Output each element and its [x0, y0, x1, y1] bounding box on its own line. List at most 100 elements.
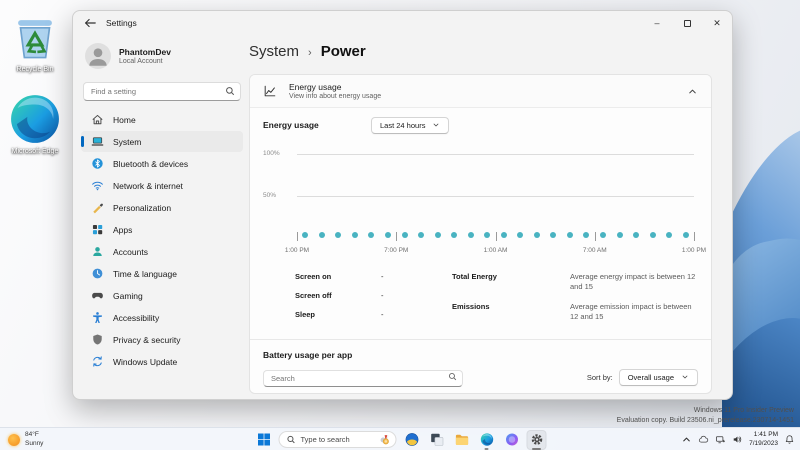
data-point [384, 232, 391, 238]
taskbar-settings-button[interactable] [526, 429, 547, 450]
edge-icon [479, 432, 494, 447]
data-point [368, 232, 375, 238]
window-title: Settings [106, 18, 137, 28]
stat-label: Total Energy [452, 272, 497, 281]
start-button[interactable] [254, 430, 274, 450]
maximize-button[interactable] [672, 11, 702, 35]
selection-accent [81, 290, 84, 301]
stat-row-emissions: Emissions Average emission impact is bet… [452, 302, 698, 322]
gridline [297, 196, 694, 197]
energy-card-header[interactable]: Energy usage View info about energy usag… [250, 75, 711, 108]
personalization-icon [91, 201, 104, 214]
sidebar-item-gaming[interactable]: Gaming [81, 285, 243, 306]
data-point [533, 232, 540, 238]
x-axis-label: 1:00 PM [284, 247, 310, 254]
sidebar-item-accessibility[interactable]: Accessibility [81, 307, 243, 328]
system-tray: 1:41 PM 7/19/2023 [681, 428, 795, 450]
taskbar-copilot-button[interactable] [502, 430, 522, 450]
stat-row-screen-on: Screen on - [295, 272, 452, 281]
taskbar-pinned-app-button[interactable] [402, 430, 422, 450]
data-point [666, 232, 673, 238]
edge-icon [6, 90, 64, 148]
data-point [566, 232, 573, 238]
battery-section-title: Battery usage per app [263, 349, 353, 360]
data-point [649, 232, 656, 238]
copilot-icon [504, 432, 519, 447]
data-point [318, 232, 325, 238]
sidebar-item-accounts[interactable]: Accounts [81, 241, 243, 262]
x-axis-label: 7:00 AM [582, 247, 607, 254]
chevron-up-icon[interactable] [687, 86, 698, 97]
stat-row-screen-off: Screen off - [295, 291, 452, 300]
system-icon [91, 135, 104, 148]
sort-dropdown[interactable]: Overall usage [618, 368, 698, 386]
network-icon[interactable] [715, 434, 726, 445]
x-axis-label: 1:00 PM [681, 247, 707, 254]
sidebar-item-windows-update[interactable]: Windows Update [81, 351, 243, 372]
selection-accent [81, 180, 84, 191]
breadcrumb-parent[interactable]: System [249, 43, 299, 60]
sidebar-nav: Home System Bluetooth & devices Network … [81, 109, 243, 372]
sidebar-item-time-language[interactable]: Time & language [81, 263, 243, 284]
data-point [451, 232, 458, 238]
sidebar-item-network-internet[interactable]: Network & internet [81, 175, 243, 196]
minimize-button[interactable]: – [642, 11, 672, 35]
sidebar-item-label: Network & internet [113, 180, 183, 191]
volume-icon[interactable] [732, 434, 743, 445]
selection-accent [81, 268, 84, 279]
taskbar-task-view-button[interactable] [427, 430, 447, 450]
sidebar-item-home[interactable]: Home [81, 109, 243, 130]
onedrive-cloud-icon[interactable] [698, 434, 709, 445]
windows-update-icon [91, 355, 104, 368]
data-point [500, 232, 507, 238]
tray-time: 1:41 PM [753, 431, 778, 439]
settings-gear-icon [529, 432, 544, 447]
data-point [484, 232, 491, 238]
clock[interactable]: 1:41 PM 7/19/2023 [749, 431, 778, 448]
divider [250, 338, 711, 340]
sidebar-item-privacy-security[interactable]: Privacy & security [81, 329, 243, 350]
chevron-up-icon[interactable] [681, 434, 692, 445]
energy-card-subtitle: View info about energy usage [289, 93, 382, 100]
desktop-icon-microsoft-edge[interactable]: Microsoft Edge [6, 90, 64, 156]
sidebar-item-system[interactable]: System [81, 131, 243, 152]
selection-accent [81, 334, 84, 345]
apps-icon [91, 223, 104, 236]
time-language-icon [91, 267, 104, 280]
x-axis-label: 1:00 AM [483, 247, 508, 254]
sidebar-item-label: Windows Update [113, 356, 178, 367]
data-point [418, 232, 425, 238]
account-row[interactable]: PhantomDev Local Account [81, 37, 243, 79]
selection-accent [81, 246, 84, 257]
close-button[interactable]: ✕ [702, 11, 732, 35]
window-controls: – ✕ [642, 11, 732, 35]
weather-widget[interactable]: 84°F Sunny [8, 428, 43, 450]
taskbar-edge-button[interactable] [477, 430, 497, 450]
sidebar-item-bluetooth-devices[interactable]: Bluetooth & devices [81, 153, 243, 174]
taskbar-file-explorer-button[interactable] [452, 430, 472, 450]
content-area: System › Power Energy usage View info ab… [249, 35, 719, 399]
data-point [682, 232, 689, 238]
sidebar-item-personalization[interactable]: Personalization [81, 197, 243, 218]
sidebar-item-label: Accounts [113, 246, 148, 257]
find-setting-input[interactable] [83, 82, 241, 101]
app-search-input[interactable] [263, 369, 463, 387]
page-title: Power [320, 43, 366, 60]
taskbar-search[interactable]: Type to search [278, 431, 397, 448]
time-range-dropdown[interactable]: Last 24 hours [371, 116, 450, 134]
accessibility-icon [91, 311, 104, 324]
energy-usage-card: Energy usage View info about energy usag… [249, 74, 712, 394]
notification-bell-icon[interactable] [784, 434, 795, 445]
desktop-icon-recycle-bin[interactable]: Recycle Bin [6, 8, 64, 74]
back-button[interactable] [83, 16, 97, 30]
desktop-icon-label: Microsoft Edge [11, 148, 59, 156]
chart-plot: 100% 50% 1:00 PM 7:00 PM 1:00 AM 7:00 AM 1:00 … [263, 150, 706, 254]
tray-date: 7/19/2023 [749, 439, 778, 447]
sidebar-item-apps[interactable]: Apps [81, 219, 243, 240]
energy-card-body: Energy usage Last 24 hours 100% 50% 1:00 P… [250, 108, 711, 393]
privacy-icon [91, 333, 104, 346]
breadcrumb: System › Power [249, 43, 719, 60]
selection-accent [81, 136, 84, 147]
account-type: Local Account [119, 58, 163, 65]
evaluation-watermark: Windows 11 Pro Insider Preview Evaluatio… [617, 406, 794, 426]
